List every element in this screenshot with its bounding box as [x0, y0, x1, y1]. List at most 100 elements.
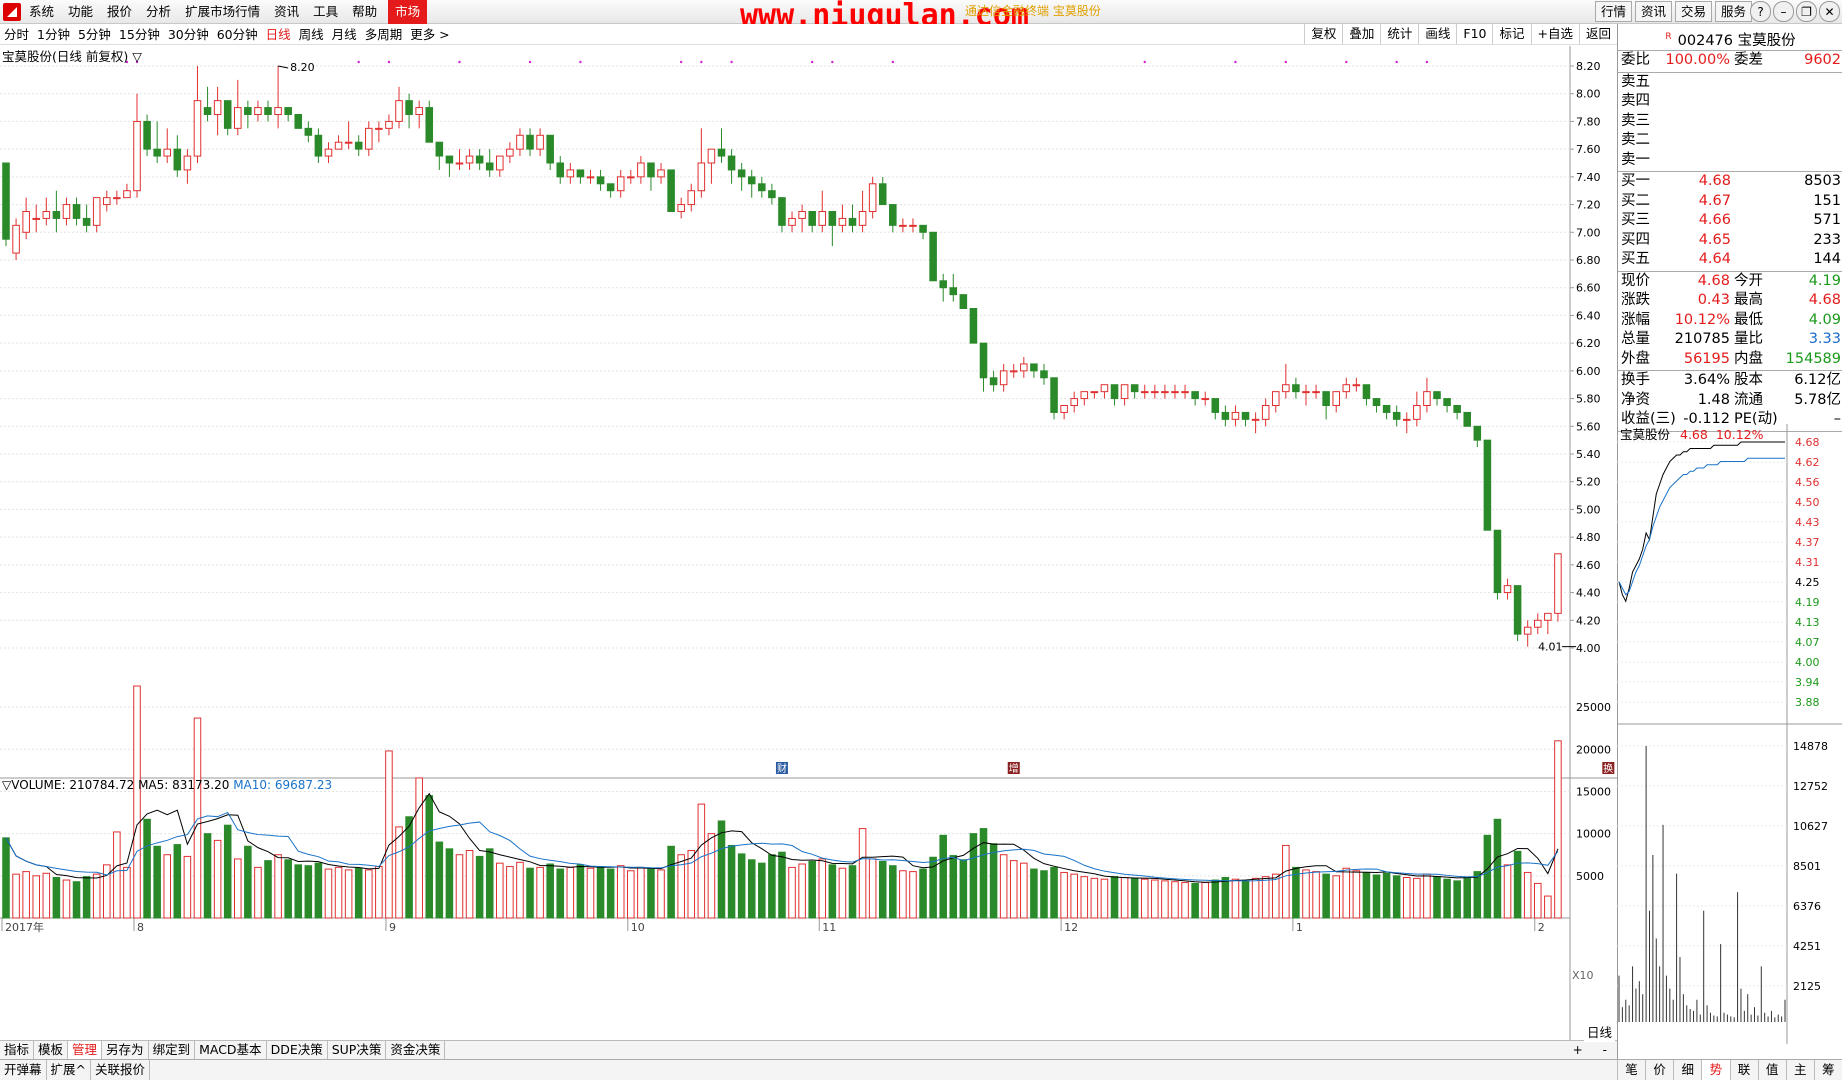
candle-body	[1473, 425, 1482, 441]
right-tab-3[interactable]: 势	[1701, 1060, 1730, 1080]
restore-icon[interactable]: ❐	[1796, 1, 1817, 22]
right-tab-2[interactable]: 细	[1673, 1060, 1701, 1080]
price-tick-label: 6.60	[1576, 282, 1601, 295]
menu-item-4[interactable]: 扩展市场行情	[178, 0, 267, 24]
volume-bar	[667, 845, 675, 919]
menu-item-7[interactable]: 帮助	[345, 0, 384, 24]
tool-button-1[interactable]: 叠加	[1342, 24, 1380, 44]
menu-item-5[interactable]: 资讯	[267, 0, 306, 24]
app-logo-icon	[3, 3, 21, 21]
volume-bar	[1080, 876, 1089, 919]
minimize-icon[interactable]: –	[1773, 1, 1794, 22]
menu-item-6[interactable]: 工具	[306, 0, 345, 24]
intraday-price-tick: 4.68	[1795, 436, 1820, 449]
candle-body	[616, 176, 625, 192]
period-tab-3[interactable]: 15分钟	[115, 24, 164, 45]
top-button-3[interactable]: 服务	[1714, 1, 1752, 22]
top-button-2[interactable]: 交易	[1674, 1, 1712, 22]
indicator-tab-6[interactable]: DDE决策	[267, 1041, 328, 1059]
menu-item-0[interactable]: 系统	[22, 0, 61, 24]
indicator-tab-3[interactable]: 另存为	[102, 1041, 149, 1059]
indicator-tab-2[interactable]: 管理	[68, 1041, 103, 1059]
zoom-in-button[interactable]: +	[1563, 1041, 1593, 1059]
stat-row-1-label2: 最高	[1734, 292, 1763, 308]
tool-button-5[interactable]: 标记	[1492, 24, 1530, 44]
close-icon[interactable]: ✕	[1819, 1, 1840, 22]
price-tick-label: 7.80	[1576, 115, 1601, 128]
indicator-tab-8[interactable]: 资金决策	[386, 1041, 446, 1059]
volume-bar	[244, 845, 252, 919]
tool-button-4[interactable]: F10	[1456, 24, 1492, 44]
tool-button-6[interactable]: +自选	[1530, 24, 1579, 44]
indicator-tab-7[interactable]: SUP决策	[328, 1041, 387, 1059]
intraday-chart[interactable]: 4.68 4.62 4.56 4.50 4.43 4.37 4.31 4.25 4.19 4.13…	[1617, 424, 1842, 1044]
signal-dot	[679, 60, 683, 64]
status-tab-1[interactable]: 扩展^	[47, 1060, 91, 1080]
tool-button-2[interactable]: 统计	[1380, 24, 1418, 44]
candle-body	[1312, 391, 1320, 394]
indicator-tab-0[interactable]: 指标	[0, 1041, 35, 1059]
intraday-header: 宝莫股份 4.68 10.12%	[1620, 424, 1764, 443]
period-tab-5[interactable]: 60分钟	[213, 24, 262, 45]
volume-bar	[375, 866, 383, 919]
volume-bar	[1070, 873, 1078, 919]
help-icon[interactable]: ?	[1750, 1, 1771, 22]
period-tab-9[interactable]: 多周期	[361, 24, 407, 45]
candle-body	[1261, 405, 1270, 420]
zoom-out-button[interactable]: -	[1593, 1041, 1617, 1059]
volume-bar	[1513, 850, 1522, 919]
status-tab-2[interactable]: 关联报价	[91, 1060, 151, 1080]
candle-body	[1342, 384, 1351, 393]
volume-bar	[627, 870, 635, 919]
period-tab-7[interactable]: 周线	[295, 24, 328, 45]
right-tab-6[interactable]: 主	[1785, 1060, 1814, 1080]
buy-row-4-price: 4.64	[1698, 251, 1731, 267]
candle-body	[546, 134, 554, 164]
status-tab-0[interactable]: 开弹幕	[0, 1060, 47, 1080]
candle-body	[667, 169, 675, 213]
price-tick-label: 5.00	[1576, 503, 1601, 516]
period-tab-0[interactable]: 分时	[0, 24, 33, 45]
volume-tick-label: 15000	[1576, 785, 1611, 798]
menu-item-2[interactable]: 报价	[100, 0, 139, 24]
period-tab-4[interactable]: 30分钟	[164, 24, 213, 45]
period-tab-2[interactable]: 5分钟	[74, 24, 115, 45]
candle-body	[969, 308, 978, 344]
top-button-1[interactable]: 资讯	[1634, 1, 1672, 22]
candle-body	[425, 107, 434, 143]
period-tab-1[interactable]: 1分钟	[33, 24, 74, 45]
right-tab-4[interactable]: 联	[1729, 1060, 1758, 1080]
volume-bar	[395, 826, 403, 919]
menu-market[interactable]: 市场	[388, 0, 428, 24]
candle-body	[193, 100, 202, 157]
tool-button-7[interactable]: 返回	[1578, 24, 1617, 44]
right-tab-1[interactable]: 价	[1645, 1060, 1673, 1080]
kline-chart[interactable]: 8.20 8.00 7.80 7.60 7.40 7.20 7.00 6.80 6.60 6.40…	[0, 46, 1617, 1040]
period-tab-6[interactable]: 日线	[262, 24, 295, 45]
volume-bar	[1221, 877, 1230, 919]
candle-body	[274, 107, 282, 116]
indicator-tab-4[interactable]: 绑定到	[149, 1041, 196, 1059]
candle-body	[1211, 398, 1220, 413]
menu-item-3[interactable]: 分析	[139, 0, 178, 24]
candle-body	[657, 169, 665, 178]
right-tab-5[interactable]: 值	[1757, 1060, 1786, 1080]
chart-info[interactable]: 宝莫股份(日线 前复权) ▽	[2, 46, 142, 65]
indicator-tab-5[interactable]: MACD基本	[195, 1041, 267, 1059]
volume-bar	[1231, 878, 1240, 919]
top-button-0[interactable]: 行情	[1594, 1, 1632, 22]
right-tab-7[interactable]: 筹	[1813, 1060, 1842, 1080]
indicator-tab-1[interactable]: 模板	[34, 1041, 69, 1059]
menu-item-1[interactable]: 功能	[61, 0, 100, 24]
price-tick-label: 4.20	[1576, 614, 1601, 627]
right-tab-0[interactable]: 笔	[1617, 1060, 1645, 1080]
tool-button-0[interactable]: 复权	[1304, 24, 1342, 44]
period-tab-8[interactable]: 月线	[328, 24, 361, 45]
candle-body	[385, 120, 393, 129]
volume-bar	[788, 866, 796, 919]
tool-button-3[interactable]: 画线	[1418, 24, 1456, 44]
volume-bar	[979, 828, 988, 919]
period-tab-10[interactable]: 更多 >	[406, 24, 453, 45]
stat-row-3-value2: 3.33	[1808, 331, 1841, 347]
period-label: 日线	[1583, 1021, 1615, 1042]
